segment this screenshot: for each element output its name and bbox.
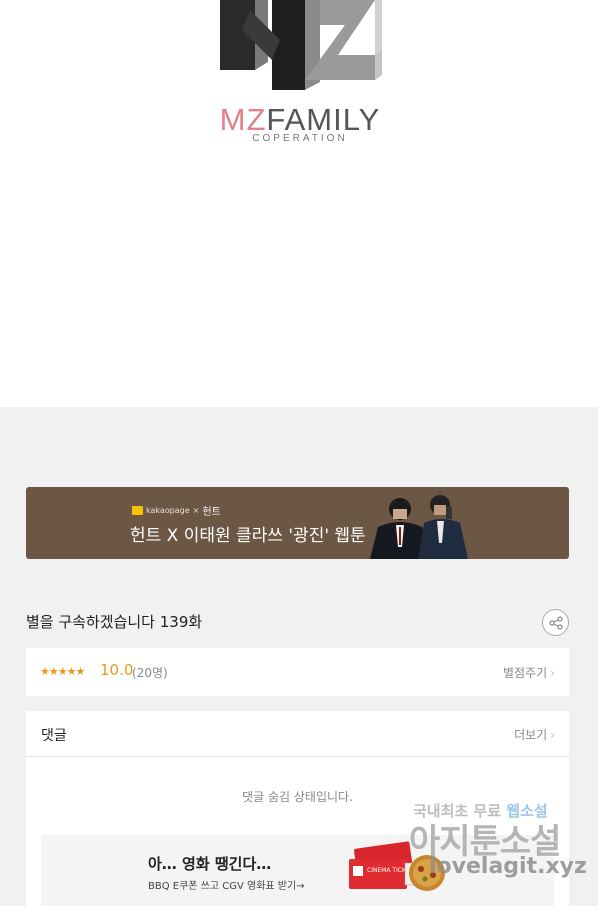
mz-3d-logo-icon — [220, 0, 382, 90]
banner-brand-x: × — [192, 506, 200, 515]
share-icon — [548, 615, 563, 630]
logo-wordmark-prefix: MZ — [219, 102, 267, 137]
comments-more-button[interactable]: 더보기 › — [514, 726, 555, 743]
rate-button-label: 별점주기 — [503, 666, 548, 680]
promo-banner[interactable]: kakaopage × 헌트 헌트 X 이태원 클라쓰 '광진' 웹툰 — [26, 487, 569, 559]
ad-title: 아… 영화 땡긴다… — [148, 855, 272, 873]
comments-hidden-message: 댓글 숨김 상태입니다. — [242, 790, 353, 804]
banner-characters-image — [370, 495, 468, 559]
rating-stars: ★★★★★ — [40, 665, 85, 678]
banner-brand-kakaopage: kakaopage — [146, 506, 190, 515]
mzfamily-logo: MZFAMILY COPERATION — [210, 0, 390, 150]
logo-wordmark: MZFAMILY — [210, 104, 390, 136]
logo-wordmark-suffix: FAMILY — [266, 102, 381, 137]
comments-label: 댓글 — [41, 728, 67, 744]
banner-brand: kakaopage × 헌트 — [132, 503, 221, 518]
kakaopage-logo-icon — [132, 506, 143, 515]
comments-header: 댓글 더보기 › — [26, 711, 569, 757]
rating-score: 10.0 — [100, 661, 134, 679]
rate-button[interactable]: 별점주기 › — [503, 664, 555, 681]
rating-box: ★★★★★ 10.0 (20명) 별점주기 › — [26, 648, 569, 696]
rating-count: (20명) — [132, 666, 168, 680]
page: MZFAMILY COPERATION kakaopage × 헌트 헌트 X … — [0, 0, 598, 906]
ad-banner[interactable]: 아… 영화 땡긴다… BBQ E쿠폰 쓰고 CGV 영화표 받기→ CINEMA… — [41, 835, 554, 906]
comments-section: 댓글 더보기 › 댓글 숨김 상태입니다. 아… 영화 땡긴다… BBQ E쿠폰 … — [26, 711, 569, 906]
banner-title: 헌트 X 이태원 클라쓰 '광진' 웹툰 — [130, 526, 366, 546]
chevron-right-icon: › — [550, 666, 555, 680]
chapter-image-area: MZFAMILY COPERATION — [0, 0, 598, 407]
comments-more-label: 더보기 — [514, 728, 548, 742]
logo-subtitle: COPERATION — [252, 133, 348, 144]
chevron-right-icon: › — [550, 728, 555, 742]
ad-ticket-pizza-image: CINEMA TICKET — [349, 841, 445, 891]
ad-subtitle: BBQ E쿠폰 쓰고 CGV 영화표 받기→ — [148, 881, 305, 892]
share-button[interactable] — [542, 609, 569, 636]
banner-brand-hunt: 헌트 — [202, 507, 221, 518]
episode-title: 별을 구속하겠습니다 139화 — [26, 613, 203, 631]
